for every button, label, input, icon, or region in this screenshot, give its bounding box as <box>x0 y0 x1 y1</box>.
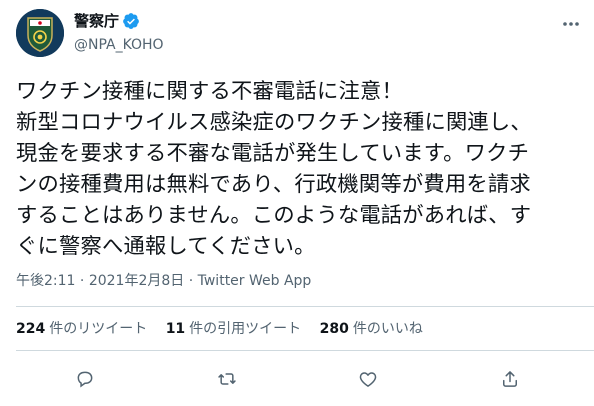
tweet-time[interactable]: 午後2:11 <box>16 273 75 289</box>
meta-separator: · <box>188 273 194 289</box>
more-icon[interactable] <box>560 14 582 34</box>
tweet-text-line: ぐに警察へ通報してください。 <box>16 234 316 259</box>
quotes-count: 11 <box>165 321 186 337</box>
likes-count: 280 <box>319 321 349 337</box>
tweet-text: ワクチン接種に関する不審電話に注意！ 新型コロナウイルス感染症のワクチン接種に関… <box>16 76 581 262</box>
retweets-stat[interactable]: 224 件のリツイート <box>16 320 147 338</box>
display-name[interactable]: 警察庁 <box>74 11 119 31</box>
author-name-row[interactable]: 警察庁 <box>74 11 140 31</box>
likes-stat[interactable]: 280 件のいいね <box>320 320 423 338</box>
tweet-source[interactable]: Twitter Web App <box>198 273 312 289</box>
retweet-icon <box>218 373 236 385</box>
quotes-stat[interactable]: 11 件の引用ツイート <box>166 320 301 338</box>
tweet-text-line: ワクチン接種に関する不審電話に注意！ <box>16 79 403 104</box>
tweet-text-line: ンの接種費用は無料であり、行政機関等が費用を請求 <box>16 172 531 197</box>
heart-icon <box>359 372 377 387</box>
action-bar <box>0 366 594 392</box>
avatar[interactable] <box>16 9 64 57</box>
tweet-text-line: することはありません。このような電話があれば、す <box>16 203 532 228</box>
likes-label: 件のいいね <box>352 321 423 337</box>
quotes-label: 件の引用ツイート <box>189 321 302 337</box>
like-button[interactable] <box>355 366 381 392</box>
tweet-text-line: 新型コロナウイルス感染症のワクチン接種に関連し、 <box>16 110 532 135</box>
retweet-button[interactable] <box>214 366 240 392</box>
reply-icon <box>77 371 93 388</box>
tweet-meta: 午後2:11 · 2021年2月8日 · Twitter Web App <box>16 272 311 290</box>
retweets-count: 224 <box>16 321 46 337</box>
police-emblem-icon <box>16 9 64 57</box>
retweets-label: 件のリツイート <box>49 321 148 337</box>
reply-button[interactable] <box>72 366 98 392</box>
divider <box>16 306 594 307</box>
tweet-date[interactable]: 2021年2月8日 <box>89 273 184 289</box>
tweet-text-line: 現金を要求する不審な電話が発生しています。ワクチ <box>16 141 530 166</box>
meta-separator: · <box>79 273 85 289</box>
share-icon <box>503 371 517 387</box>
divider <box>16 350 594 351</box>
verified-badge-icon <box>122 12 140 30</box>
author-handle[interactable]: @NPA_KOHO <box>74 36 164 54</box>
share-button[interactable] <box>497 366 523 392</box>
tweet-stats: 224 件のリツイート 11 件の引用ツイート 280 件のいいね <box>16 320 437 338</box>
tweet-card: 警察庁 @NPA_KOHO ワクチン接種に関する不審電話に注意！ 新型コロナウイ… <box>0 0 594 406</box>
